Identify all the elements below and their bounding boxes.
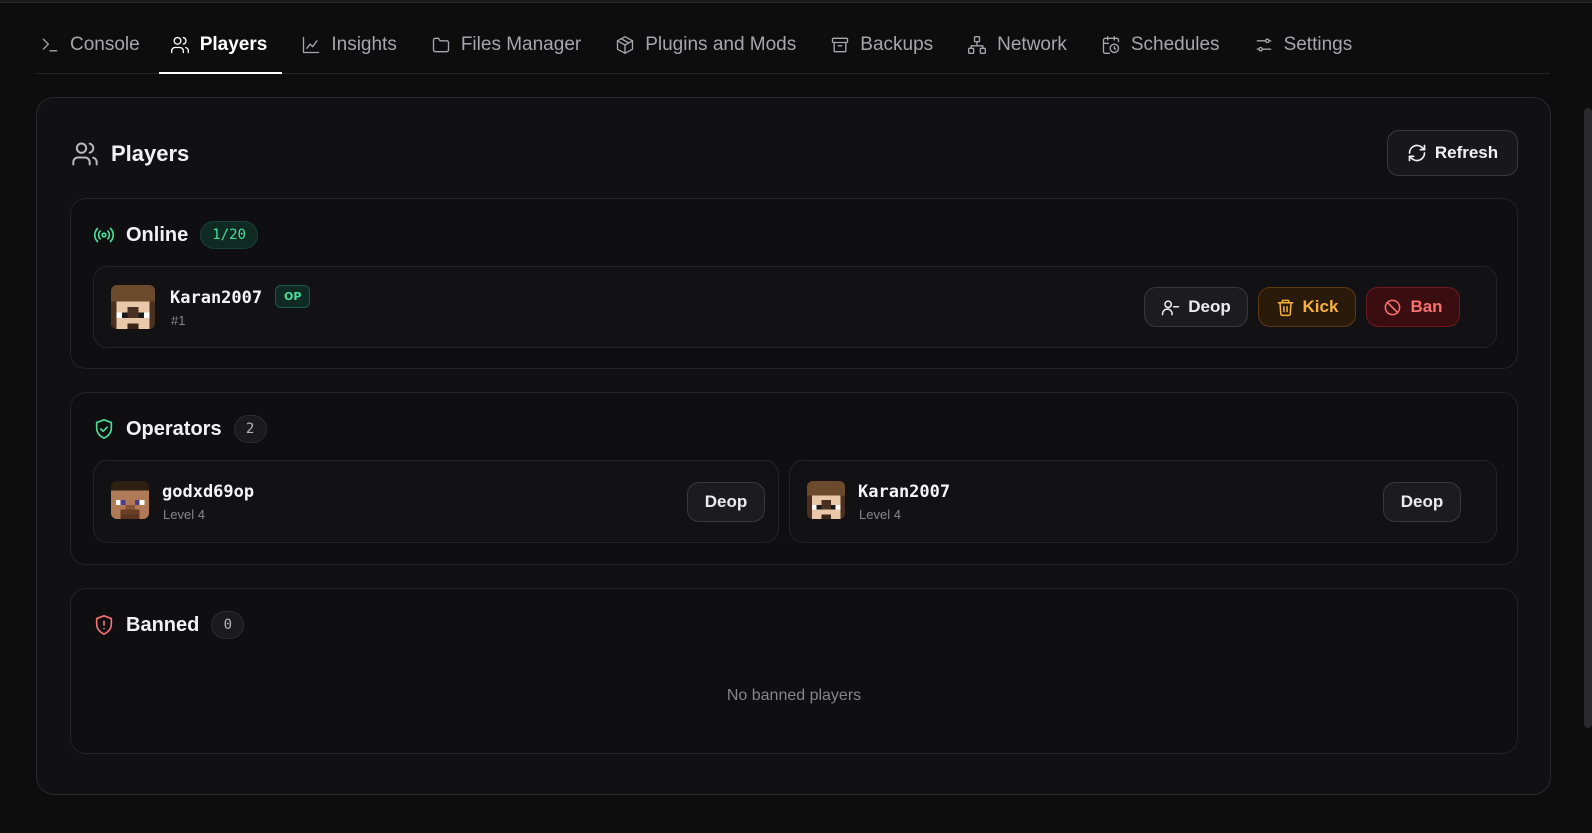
ban-label: Ban <box>1410 297 1443 316</box>
player-name: Karan2007 <box>170 288 263 308</box>
tab-files-manager[interactable]: Files Manager <box>414 20 598 73</box>
tab-settings[interactable]: Settings <box>1237 20 1370 73</box>
tab-plugins-and-mods[interactable]: Plugins and Mods <box>598 20 813 73</box>
kick-button[interactable]: Kick <box>1258 287 1356 327</box>
tab-network[interactable]: Network <box>950 20 1084 73</box>
player-id: #1 <box>171 313 186 328</box>
online-section: Online 1/20 Karan2007 OP #1 Deop Kick Ba… <box>70 198 1518 369</box>
banned-section: Banned 0 No banned players <box>70 588 1518 754</box>
network-icon <box>967 35 987 55</box>
operators-count-badge: 2 <box>233 415 267 443</box>
section-title: Online <box>126 223 189 246</box>
deop-button[interactable]: Deop <box>1144 287 1248 327</box>
operator-card: Karan2007 Level 4 Deop <box>789 460 1497 543</box>
tab-label: Network <box>997 33 1067 55</box>
tab-label: Backups <box>860 33 934 55</box>
avatar <box>111 285 155 329</box>
refresh-icon <box>1408 144 1426 162</box>
ban-button[interactable]: Ban <box>1366 287 1460 327</box>
empty-state-text: No banned players <box>726 687 862 704</box>
trash-icon <box>1277 299 1293 316</box>
scrollbar[interactable] <box>1584 108 1592 728</box>
shield-check-icon <box>95 419 113 439</box>
tab-label: Insights <box>331 33 397 55</box>
kick-label: Kick <box>1302 297 1339 316</box>
operator-name: Karan2007 <box>858 482 951 502</box>
op-badge: OP <box>275 285 311 308</box>
tab-backups[interactable]: Backups <box>813 20 950 73</box>
banned-count-badge: 0 <box>211 611 245 639</box>
archive-icon <box>830 35 850 55</box>
ban-icon <box>1385 299 1401 315</box>
operators-section: Operators 2 godxd69op Level 4 Deop Karan… <box>70 392 1518 565</box>
page-title: Players <box>111 141 190 166</box>
calendar-clock-icon <box>1101 35 1121 55</box>
avatar <box>807 481 845 519</box>
tab-label: Files Manager <box>460 33 582 55</box>
operator-card: godxd69op Level 4 Deop <box>93 460 779 543</box>
folder-icon <box>431 35 451 55</box>
deop-button[interactable]: Deop <box>687 482 765 522</box>
package-icon <box>615 35 635 55</box>
deop-label: Deop <box>1188 297 1231 316</box>
online-header: Online 1/20 <box>93 221 258 249</box>
user-minus-icon <box>1162 299 1180 315</box>
broadcast-icon <box>93 227 115 243</box>
deop-label: Deop <box>704 492 748 511</box>
deop-label: Deop <box>1400 492 1444 511</box>
tab-label: Console <box>70 33 140 55</box>
operator-level: Level 4 <box>163 507 205 522</box>
operators-header: Operators 2 <box>93 415 267 443</box>
tab-label: Players <box>199 33 268 55</box>
banned-header: Banned 0 <box>93 611 245 639</box>
refresh-button[interactable]: Refresh <box>1387 130 1518 176</box>
tab-console[interactable]: Console <box>36 20 157 73</box>
tab-label: Plugins and Mods <box>645 33 797 55</box>
terminal-icon <box>40 35 60 55</box>
tab-label: Settings <box>1283 33 1353 55</box>
shield-alert-icon <box>95 615 113 635</box>
tab-schedules[interactable]: Schedules <box>1084 20 1237 73</box>
users-icon <box>170 35 190 55</box>
window-top-border <box>0 0 1592 3</box>
players-panel: Players Refresh Online 1/20 Karan2007 OP… <box>36 97 1551 795</box>
tab-insights[interactable]: Insights <box>284 20 413 73</box>
online-count-badge: 1/20 <box>200 221 258 249</box>
panel-header: Players <box>71 140 189 168</box>
section-title: Operators <box>126 417 222 440</box>
settings-sliders-icon <box>1254 35 1274 55</box>
chart-line-icon <box>301 35 321 55</box>
avatar <box>111 481 149 519</box>
deop-button[interactable]: Deop <box>1383 482 1461 522</box>
online-player-row: Karan2007 OP #1 Deop Kick Ban <box>93 266 1497 348</box>
refresh-label: Refresh <box>1434 143 1499 162</box>
tab-label: Schedules <box>1130 33 1220 55</box>
users-icon <box>72 142 98 166</box>
operator-name: godxd69op <box>162 482 255 502</box>
section-title: Banned <box>126 613 200 636</box>
tab-bar: Console Players Insights Files Manager P… <box>36 20 1550 74</box>
operator-level: Level 4 <box>859 507 901 522</box>
tab-players[interactable]: Players <box>157 20 285 74</box>
